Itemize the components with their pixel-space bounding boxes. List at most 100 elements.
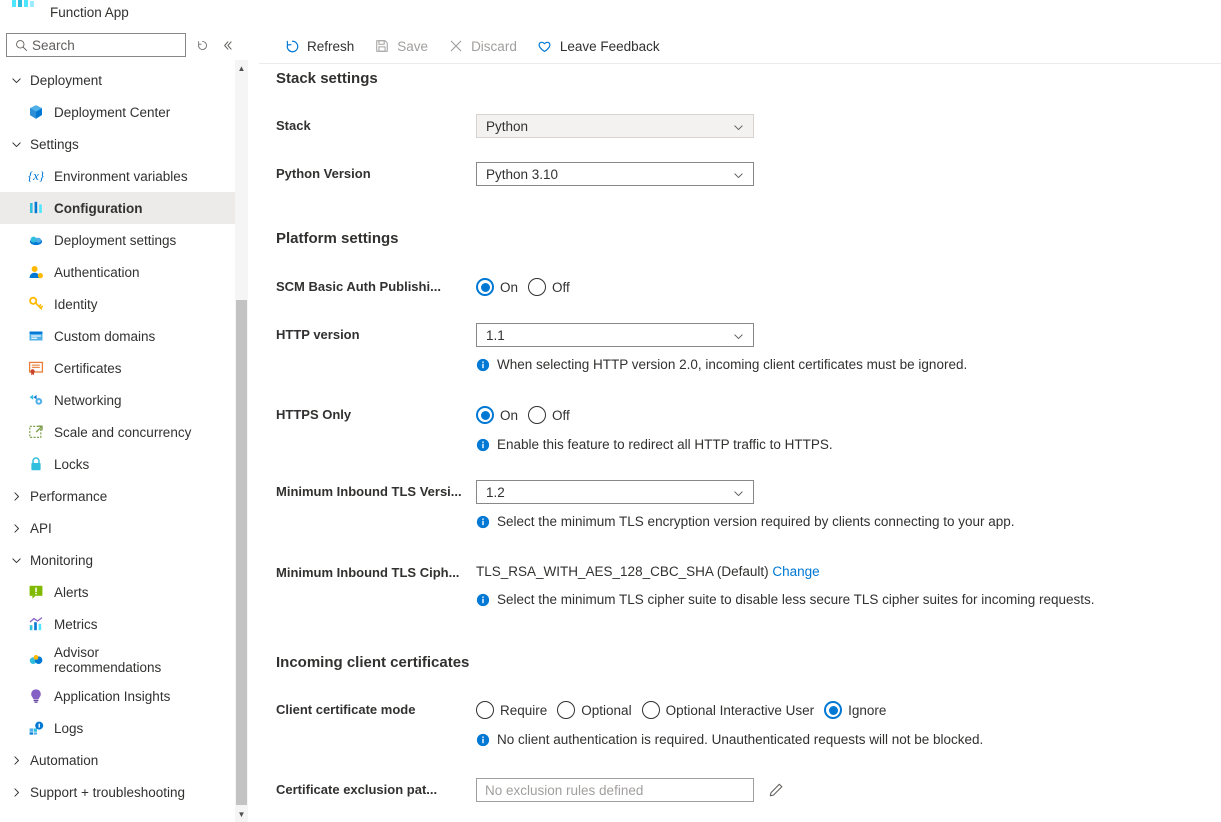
https-only-on-option[interactable]: On: [476, 406, 518, 424]
https-only-row: HTTPS Only On Off Enable this feature to…: [276, 403, 833, 453]
info-icon: [476, 733, 490, 747]
scm-basic-auth-off-label: Off: [552, 279, 570, 295]
client-certificate-mode-option-label: Optional Interactive User: [665, 702, 815, 718]
incoming-client-certificates-heading: Incoming client certificates: [276, 654, 470, 671]
sidebar-item-metrics[interactable]: Metrics: [0, 608, 236, 640]
nav-group-label: Performance: [30, 488, 108, 504]
sidebar-item-networking[interactable]: Networking: [0, 384, 236, 416]
scm-basic-auth-on-option[interactable]: On: [476, 278, 518, 296]
scm-basic-auth-off-option[interactable]: Off: [528, 278, 570, 296]
sidebar-item-application-insights[interactable]: Application Insights: [0, 680, 236, 712]
sidebar-item-alerts[interactable]: Alerts: [0, 576, 236, 608]
resource-nav-list: Deployment Deployment Center Settings {x} En…: [0, 64, 236, 822]
nav-group-label: Deployment: [30, 72, 103, 88]
search-box[interactable]: [6, 33, 213, 57]
configuration-blade: Refresh Save Discard Leave Feedback Stac…: [259, 0, 1221, 822]
locks-icon: [28, 456, 44, 472]
refresh-button[interactable]: Refresh: [275, 30, 363, 62]
client-certificate-mode-option-optional-interactive-user[interactable]: Optional Interactive User: [641, 701, 815, 719]
client-certificate-mode-option-require[interactable]: Require: [476, 701, 547, 719]
sidebar-item-label: Authentication: [54, 264, 140, 280]
nav-group-monitoring[interactable]: Monitoring: [0, 544, 236, 576]
stack-label: Stack: [276, 118, 311, 133]
client-certificate-mode-option-optional[interactable]: Optional: [557, 701, 632, 719]
sidebar-item-deployment-center[interactable]: Deployment Center: [0, 96, 236, 128]
sidebar-item-configuration[interactable]: Configuration: [0, 192, 236, 224]
https-only-off-option[interactable]: Off: [528, 406, 570, 424]
sidebar-item-custom-domains[interactable]: Custom domains: [0, 320, 236, 352]
radio-on-icon: [476, 406, 494, 424]
sidebar-item-authentication[interactable]: Authentication: [0, 256, 236, 288]
nav-group-performance[interactable]: Performance: [0, 480, 236, 512]
sidebar-item-label: Metrics: [54, 616, 98, 632]
min-inbound-tls-version-dropdown[interactable]: 1.2: [476, 480, 754, 504]
client-certificate-mode-label: Client certificate mode: [276, 702, 416, 717]
nav-scrollbar[interactable]: ▲ ▼: [235, 60, 248, 822]
python-version-dropdown[interactable]: Python 3.10: [476, 162, 754, 186]
nav-group-label: Settings: [30, 136, 79, 152]
configuration-icon: [28, 200, 44, 216]
leave-feedback-button-label: Leave Feedback: [559, 38, 660, 54]
change-cipher-link[interactable]: Change: [772, 564, 819, 579]
min-inbound-tls-cipher-value: TLS_RSA_WITH_AES_128_CBC_SHA (Default): [476, 564, 769, 579]
sidebar-item-logs[interactable]: Logs: [0, 712, 236, 744]
radio-off-icon: [641, 701, 660, 719]
sidebar-item-certificates[interactable]: Certificates: [0, 352, 236, 384]
nav-group-deployment[interactable]: Deployment: [0, 64, 236, 96]
nav-group-settings[interactable]: Settings: [0, 128, 236, 160]
sidebar-item-label: Configuration: [54, 200, 143, 216]
radio-off-icon: [476, 701, 494, 719]
sidebar-item-scale-and-concurrency[interactable]: Scale and concurrency: [0, 416, 236, 448]
collapse-nav-icon[interactable]: [219, 34, 237, 56]
chevron-right-icon: [6, 518, 26, 538]
pencil-icon[interactable]: [764, 778, 788, 802]
nav-group-label: Automation: [30, 752, 99, 768]
sidebar-item-deployment-settings[interactable]: Deployment settings: [0, 224, 236, 256]
client-certificate-mode-option-ignore[interactable]: Ignore: [824, 701, 886, 719]
stack-dropdown[interactable]: Python: [476, 114, 754, 138]
resource-header: Function App: [0, 0, 236, 24]
deployment-settings-icon: [28, 232, 44, 248]
client-certificate-mode-hint: No client authentication is required. Un…: [476, 731, 983, 748]
nav-group-support-troubleshooting[interactable]: Support + troubleshooting: [0, 776, 236, 808]
sidebar-item-advisor-recommendations[interactable]: Advisor recommendations: [0, 640, 236, 680]
radio-off-icon: [528, 278, 547, 296]
client-certificate-mode-option-label: Optional: [581, 702, 632, 718]
nav-scrollbar-thumb[interactable]: [236, 300, 247, 805]
search-icon: [12, 39, 30, 52]
function-app-icon: [12, 0, 34, 17]
refresh-icon: [284, 38, 300, 54]
sidebar-item-identity[interactable]: Identity: [0, 288, 236, 320]
resource-title: Function App: [50, 4, 129, 20]
certificate-exclusion-input[interactable]: [476, 778, 754, 802]
client-certificate-mode-option-label: Require: [500, 702, 548, 718]
http-version-dropdown[interactable]: 1.1: [476, 323, 754, 347]
chevron-right-icon: [6, 782, 26, 802]
sidebar-item-locks[interactable]: Locks: [0, 448, 236, 480]
leave-feedback-button[interactable]: Leave Feedback: [528, 30, 669, 62]
certificates-icon: [28, 360, 44, 376]
sidebar-item-environment-variables[interactable]: {x} Environment variables: [0, 160, 236, 192]
https-only-radio-group: On Off: [476, 403, 833, 427]
python-version-label: Python Version: [276, 166, 371, 181]
heart-icon: [537, 38, 553, 54]
scm-basic-auth-label: SCM Basic Auth Publishi...: [276, 279, 441, 294]
scroll-up-arrow-icon[interactable]: ▲: [235, 60, 248, 76]
discard-button[interactable]: Discard: [439, 30, 526, 62]
custom-domains-icon: [28, 328, 44, 344]
nav-group-automation[interactable]: Automation: [0, 744, 236, 776]
http-version-label: HTTP version: [276, 327, 360, 342]
https-only-label: HTTPS Only: [276, 407, 352, 422]
python-version-dropdown-value: Python 3.10: [486, 166, 559, 182]
scroll-down-arrow-icon[interactable]: ▼: [235, 806, 248, 822]
min-inbound-tls-cipher-label: Minimum Inbound TLS Ciph...: [276, 565, 460, 580]
nav-group-api[interactable]: API: [0, 512, 236, 544]
chevron-down-icon: [732, 324, 745, 348]
platform-settings-heading: Platform settings: [276, 230, 399, 247]
logs-icon: [28, 720, 44, 736]
search-input[interactable]: [30, 35, 213, 55]
chevron-down-icon: [732, 115, 745, 139]
https-only-on-label: On: [500, 407, 519, 423]
save-button[interactable]: Save: [365, 30, 437, 62]
nav-group-label: Support + troubleshooting: [30, 784, 185, 800]
